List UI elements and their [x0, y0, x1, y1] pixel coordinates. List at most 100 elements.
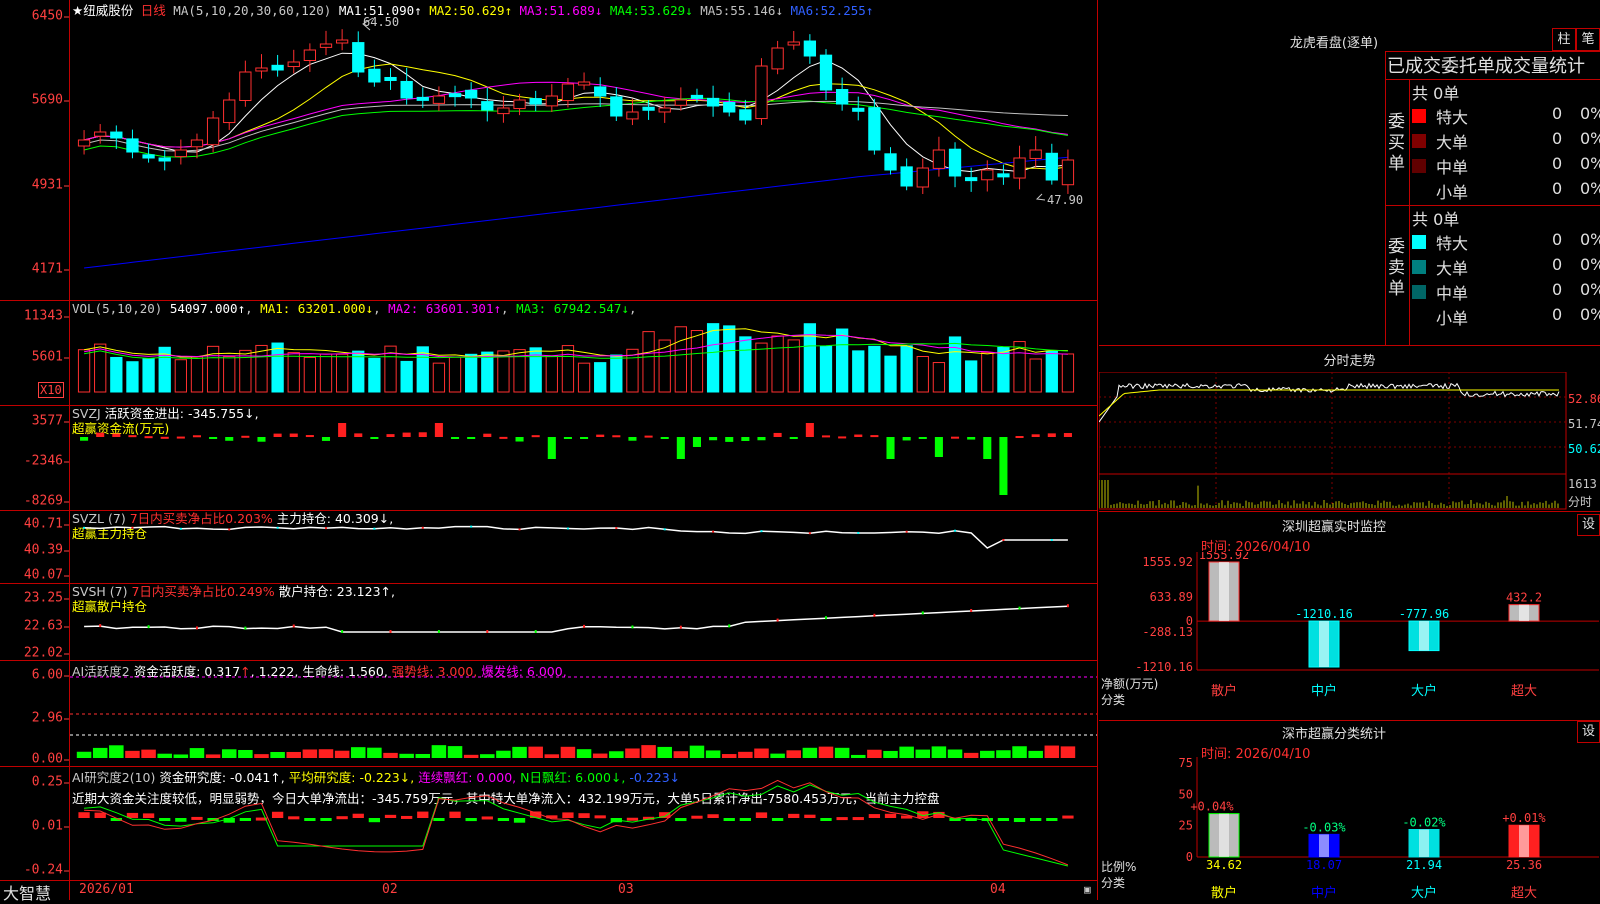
holding-tick [679, 625, 682, 629]
volume-bar [319, 353, 333, 393]
category-label: 中户 [1311, 683, 1337, 699]
row-pct: 0% [1580, 305, 1600, 324]
bar-mode-button[interactable]: 柱 [1552, 28, 1576, 51]
research-bar [449, 811, 461, 818]
activity-bar [109, 745, 124, 758]
volume-bar [255, 344, 268, 393]
price-axis: 6450 5690 4931 4171 [0, 0, 70, 300]
holding-tick [470, 525, 473, 528]
research-bar [788, 813, 800, 818]
lock-icon[interactable]: ▣ [1084, 883, 1091, 896]
intraday-vol-unit: 分时 [1568, 495, 1593, 509]
volume-bar [1045, 350, 1058, 393]
flow-bar [209, 437, 218, 439]
volume-bar [594, 362, 607, 393]
flow-bar [934, 437, 943, 457]
lhb-tabs[interactable]: 已成交委托单成交量统计 [1387, 52, 1600, 78]
flow-bar [515, 437, 524, 442]
sz-class-settings-button[interactable]: 设 [1577, 721, 1600, 743]
activity-chart[interactable] [70, 660, 1097, 766]
volume-bar [174, 359, 187, 393]
sell-row[interactable]: 特大 0 0% [1412, 230, 1600, 254]
flow-bar [628, 437, 637, 441]
flow-bar [305, 435, 314, 438]
ratio-chart[interactable]: 7550250比例%分类+0.04%34.62散户-0.03%18.07中户-0… [1099, 757, 1600, 900]
retail-holding-line [84, 605, 1068, 633]
flow-bar [289, 433, 298, 437]
candle-body [223, 99, 236, 124]
intraday-vol-tick: 1613 [1568, 477, 1597, 491]
volume-chart[interactable] [70, 300, 1097, 405]
holding-tick [566, 527, 569, 530]
holding-tick [276, 526, 279, 529]
flow-bar [483, 433, 492, 437]
flow-bar [644, 435, 653, 438]
net-flow-chart[interactable]: 1555.92633.890-288.13-1210.16净额(万元)分类155… [1099, 552, 1600, 720]
holding-tick [534, 630, 537, 633]
net-bar-label: 432.2 [1506, 591, 1542, 605]
sz-monitor-settings-button[interactable]: 设 [1577, 514, 1600, 536]
research-bar [94, 812, 106, 818]
volume-bar [335, 353, 349, 393]
volume-bar [723, 325, 736, 393]
activity-bar [625, 748, 640, 758]
holding-tick [873, 613, 876, 617]
svsh-tick: 22.63 [23, 618, 70, 634]
activity-bar [754, 748, 769, 758]
buy-row[interactable]: 中单 0 0% [1412, 154, 1600, 178]
research-chart[interactable] [70, 766, 1097, 880]
research-bar [433, 818, 445, 821]
intraday-title: 分时走势 [1323, 354, 1376, 369]
flow-bar [967, 437, 976, 440]
candle-body [432, 95, 446, 104]
activity-bar [238, 749, 253, 758]
sell-row[interactable]: 大单 0 0% [1412, 255, 1600, 279]
main-holding-chart[interactable] [70, 510, 1097, 583]
research-bar [771, 818, 784, 821]
flow-bar [547, 437, 556, 459]
ratio-bar-highlight [1219, 813, 1229, 857]
holding-tick [776, 618, 779, 622]
research-bar [723, 818, 735, 821]
research-bar [497, 818, 510, 821]
research-bar [884, 813, 897, 818]
intraday-chart[interactable] [1099, 372, 1567, 510]
buy-row[interactable]: 大单 0 0% [1412, 129, 1600, 153]
net-tick: -1210.16 [1135, 660, 1193, 674]
activity-bar [1012, 746, 1027, 758]
fund-flow-chart[interactable] [70, 405, 1097, 510]
research-bar [304, 818, 316, 821]
price-tick: 4171 [31, 261, 70, 277]
activity-bar [254, 754, 269, 758]
candle-body [642, 106, 655, 111]
research-bar [594, 815, 606, 819]
buy-row[interactable]: 小单 0 0% [1412, 179, 1600, 203]
candle-body [755, 65, 768, 120]
volume-bar [239, 349, 252, 393]
sell-row[interactable]: 中单 0 0% [1412, 280, 1600, 304]
holding-tick [615, 527, 618, 530]
activity-bar [609, 751, 624, 758]
ratio-change-label: +0.04% [1190, 800, 1234, 814]
activity-bar [980, 750, 995, 758]
sell-row[interactable]: 小单 0 0% [1412, 305, 1600, 329]
research-bar [707, 814, 719, 818]
net-bar-highlight [1319, 621, 1329, 667]
buy-total: 共 0单 [1412, 84, 1460, 103]
candle-body [465, 89, 478, 99]
low-annotation: 47.90 [1047, 193, 1084, 207]
lhb-title: 龙虎看盘(逐单) [1289, 36, 1379, 51]
svzl-axis: 40.71 40.39 40.07 [0, 510, 70, 583]
holding-tick [631, 625, 634, 629]
tick-mode-button[interactable]: 笔 [1576, 28, 1600, 51]
research-bar [336, 816, 348, 820]
activity-bar [334, 750, 350, 758]
candle-body [561, 83, 575, 102]
volume-tick: 11343 [23, 308, 70, 324]
buy-row[interactable]: 特大 0 0% [1412, 104, 1600, 128]
candlestick-chart[interactable] [70, 0, 1097, 300]
retail-holding-chart[interactable] [70, 583, 1097, 660]
candle-body [723, 101, 736, 113]
svsh-axis: 23.25 22.63 22.02 [0, 583, 70, 661]
volume-bar [1029, 358, 1042, 393]
